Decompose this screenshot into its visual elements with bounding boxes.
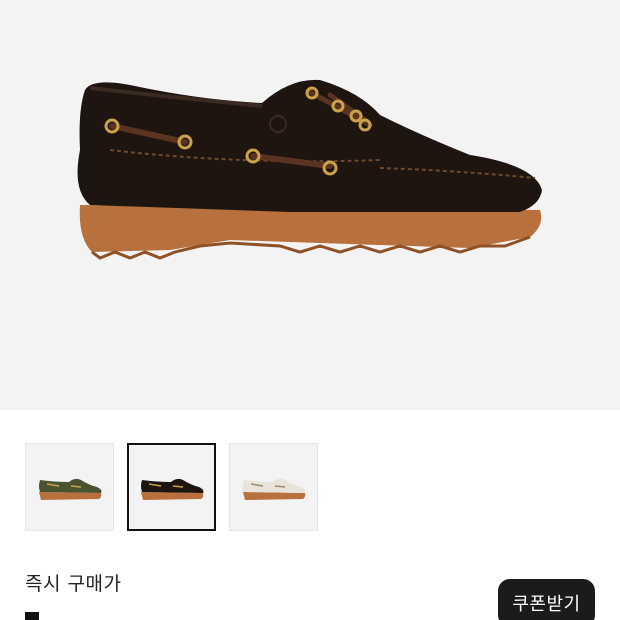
- get-coupon-button[interactable]: 쿠폰받기: [498, 579, 595, 620]
- thumbnail-dark-brown[interactable]: [127, 443, 216, 531]
- boat-shoe-olive-thumbnail: [38, 478, 101, 500]
- thumbnail-white[interactable]: [229, 443, 318, 531]
- price-value-partial: [25, 612, 39, 620]
- buy-now-price-label: 즉시 구매가: [25, 573, 122, 595]
- product-main-image: [77, 79, 543, 260]
- boat-shoe-dark-brown-thumbnail: [140, 478, 203, 500]
- product-image-area: [0, 0, 620, 410]
- color-thumbnail-list: [25, 443, 318, 531]
- boat-shoe-white-thumbnail: [242, 478, 305, 500]
- thumbnail-olive[interactable]: [25, 443, 114, 531]
